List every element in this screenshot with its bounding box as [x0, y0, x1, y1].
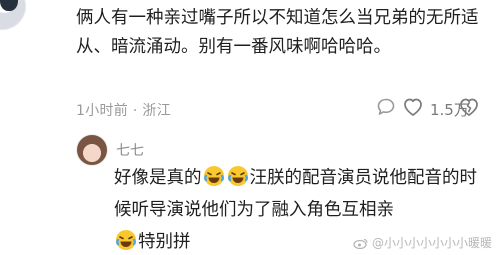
laughing-crying-emoji-icon: [227, 165, 249, 187]
comment-text: 俩人有一种亲过嘴子所以不知道怎么当兄弟的无所适从、暗流涌动。别有一番风味啊哈哈哈…: [76, 8, 479, 57]
comment-time: 1小时前: [76, 103, 129, 119]
comment-location: 浙江: [142, 103, 172, 119]
weibo-logo-icon: [353, 237, 369, 249]
laughing-crying-emoji-icon: [203, 165, 225, 187]
watermark-text: @小小小小小小小暖暖: [371, 236, 492, 250]
dislike-button[interactable]: [458, 97, 480, 121]
laughing-crying-emoji-icon: [115, 229, 137, 251]
reply-username[interactable]: 七七: [116, 140, 144, 160]
reply-text-part1: 好像是真的: [114, 168, 202, 188]
commenter-avatar[interactable]: [0, 0, 26, 30]
heart-icon: [402, 97, 424, 121]
comment-meta: 1小时前 · 浙江: [76, 100, 171, 120]
reply-text-part3: 特别拼: [138, 232, 191, 252]
comment-bubble-icon: [376, 97, 396, 121]
watermark: @小小小小小小小暖暖: [353, 234, 492, 251]
meta-separator: ·: [132, 103, 138, 119]
reply-button[interactable]: [376, 97, 396, 121]
broken-heart-icon: [458, 97, 480, 121]
reply-avatar[interactable]: [76, 134, 108, 166]
